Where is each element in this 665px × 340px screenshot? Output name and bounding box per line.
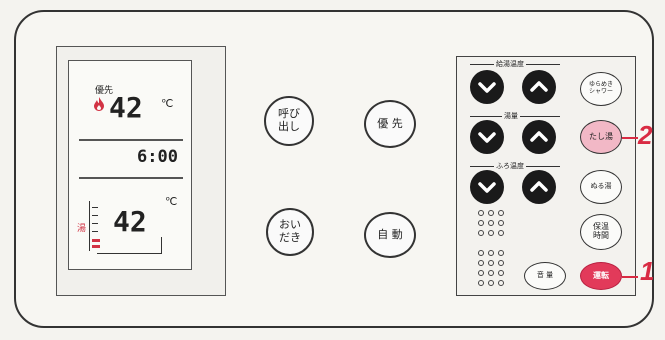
callout-2: 2 — [638, 120, 653, 150]
clock-time: 6:00 — [137, 147, 178, 167]
water-volume-down-button[interactable] — [470, 120, 504, 154]
bath-temp-label: ふろ温度 — [494, 161, 526, 171]
chevron-up-icon — [530, 181, 548, 192]
hot-water-temp-down-button[interactable] — [470, 70, 504, 104]
lukewarm-water-button[interactable]: ぬる湯 — [580, 170, 622, 204]
volume-button[interactable]: 音 量 — [524, 262, 566, 290]
chevron-down-icon — [478, 82, 496, 93]
chevron-down-icon — [478, 182, 496, 193]
chevron-up-icon — [530, 81, 548, 92]
display-divider — [79, 177, 183, 179]
temperature-top: 42 — [109, 91, 143, 124]
call-button[interactable]: 呼び 出し — [264, 96, 314, 146]
keep-warm-time-button[interactable]: 保温 時間 — [580, 214, 622, 250]
hot-water-temp-label: 給湯温度 — [494, 59, 526, 69]
bath-temp-up-button[interactable] — [522, 170, 556, 204]
callout-1: 1 — [640, 256, 655, 286]
bath-temp-down-button[interactable] — [470, 170, 504, 204]
temperature-bottom: 42 — [113, 205, 147, 238]
display-divider — [79, 139, 183, 141]
water-volume-up-button[interactable] — [522, 120, 556, 154]
bath-tub-outline — [97, 237, 162, 254]
water-volume-label: 湯量 — [502, 111, 520, 121]
speaker-grille — [478, 210, 514, 290]
chevron-up-icon — [530, 131, 548, 142]
bath-label: 湯 — [77, 224, 87, 234]
run-button[interactable]: 運転 — [580, 262, 622, 290]
hot-water-temp-up-button[interactable] — [522, 70, 556, 104]
temperature-unit-top: ℃ — [161, 97, 174, 110]
lcd-display: 優先 42 ℃ 6:00 湯 42 ℃ — [68, 60, 192, 270]
priority-button[interactable]: 優 先 — [364, 100, 416, 148]
auto-button[interactable]: 自 動 — [364, 212, 416, 258]
callout-line — [622, 137, 638, 139]
reheat-button[interactable]: おい だき — [266, 208, 314, 256]
gentle-shower-button[interactable]: ゆらめき シャワー — [580, 72, 622, 106]
callout-line — [622, 276, 638, 278]
flame-icon — [94, 97, 104, 111]
temperature-unit-bottom: ℃ — [165, 195, 178, 208]
chevron-down-icon — [478, 132, 496, 143]
add-hot-water-button[interactable]: たし湯 — [580, 120, 622, 154]
